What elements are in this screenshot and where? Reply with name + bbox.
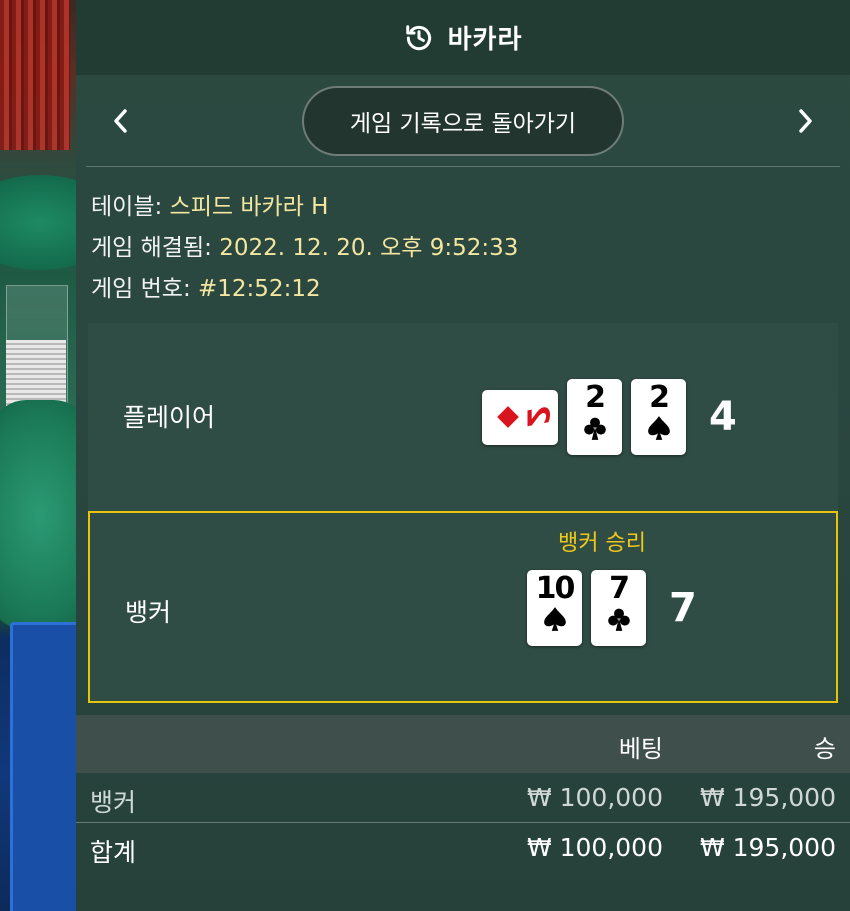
banker-label: 뱅커 bbox=[125, 598, 172, 627]
title-bar: 바카라 bbox=[76, 0, 850, 75]
bets-table: 베팅 승 뱅커 ₩ 100,000 ₩ 195,000 합계 ₩ 100,000… bbox=[76, 715, 850, 873]
banker-win-badge: 뱅커 승리 bbox=[558, 531, 646, 556]
table-info-line: 테이블: 스피드 바카라 H bbox=[91, 187, 835, 228]
banker-hand-row: 뱅커 승리 뱅커 10 7 7 bbox=[88, 511, 838, 703]
bets-table-header: 베팅 승 bbox=[76, 715, 850, 773]
club-suit-icon bbox=[607, 608, 630, 631]
player-label: 플레이어 bbox=[123, 403, 216, 432]
background-felt bbox=[0, 400, 76, 630]
background-curtain bbox=[0, 0, 70, 150]
diamond-suit-icon bbox=[496, 406, 519, 428]
banker-card-2-rank: 7 bbox=[609, 571, 630, 606]
row-label: 뱅커 bbox=[90, 788, 137, 817]
back-to-history-button[interactable]: 게임 기록으로 돌아가기 bbox=[302, 85, 624, 156]
row-win-amount: ₩ 195,000 bbox=[699, 783, 836, 812]
total-label: 합계 bbox=[90, 838, 137, 867]
game-number-value: #12:52:12 bbox=[198, 276, 321, 302]
spade-suit-icon bbox=[543, 607, 566, 631]
total-bet-amount: ₩ 100,000 bbox=[526, 833, 663, 862]
resolved-info-line: 게임 해결됨: 2022. 12. 20. 오후 9:52:33 bbox=[91, 228, 835, 269]
player-card-1-rank: 2 bbox=[519, 407, 554, 427]
table-value: 스피드 바카라 H bbox=[169, 194, 329, 220]
player-card-2-rank: 2 bbox=[585, 380, 606, 415]
player-card-2: 2 bbox=[567, 379, 622, 455]
chevron-left-icon[interactable] bbox=[106, 106, 136, 136]
player-hand-row: 플레이어 2 2 2 4 bbox=[88, 323, 838, 511]
background-table bbox=[0, 175, 76, 270]
banker-card-2: 7 bbox=[591, 570, 646, 646]
round-result: 플레이어 2 2 2 4 뱅커 승리 뱅커 10 7 7 bbox=[88, 323, 838, 703]
banker-cards: 10 7 7 bbox=[527, 570, 697, 646]
banker-score: 7 bbox=[669, 585, 697, 631]
player-card-3-rank: 2 bbox=[649, 380, 670, 415]
game-number-line: 게임 번호: #12:52:12 bbox=[91, 269, 835, 310]
banker-card-1-rank: 10 bbox=[535, 571, 576, 606]
game-number-label: 게임 번호: bbox=[91, 276, 191, 302]
total-row: 합계 ₩ 100,000 ₩ 195,000 bbox=[76, 823, 850, 873]
player-card-3: 2 bbox=[631, 379, 686, 455]
background-blue-box bbox=[10, 622, 76, 911]
history-navigation: 게임 기록으로 돌아가기 bbox=[86, 75, 840, 167]
table-row: 뱅커 ₩ 100,000 ₩ 195,000 bbox=[76, 773, 850, 823]
page-title: 바카라 bbox=[447, 25, 523, 55]
banker-card-1: 10 bbox=[527, 570, 582, 646]
player-score: 4 bbox=[709, 394, 737, 440]
game-history-panel: 바카라 게임 기록으로 돌아가기 테이블: 스피드 바카라 H 게임 해결됨: … bbox=[76, 0, 850, 911]
total-win-amount: ₩ 195,000 bbox=[699, 833, 836, 862]
resolved-value: 2022. 12. 20. 오후 9:52:33 bbox=[219, 235, 519, 261]
player-card-1: 2 bbox=[482, 389, 558, 445]
history-icon bbox=[404, 23, 434, 53]
row-bet-amount: ₩ 100,000 bbox=[526, 783, 663, 812]
resolved-label: 게임 해결됨: bbox=[91, 235, 212, 261]
background-scene bbox=[0, 0, 76, 911]
spade-suit-icon bbox=[647, 416, 670, 440]
club-suit-icon bbox=[583, 417, 606, 440]
win-column-header: 승 bbox=[813, 735, 836, 763]
table-label: 테이블: bbox=[91, 194, 163, 220]
player-cards: 2 2 2 4 bbox=[482, 379, 737, 455]
bet-column-header: 베팅 bbox=[618, 735, 663, 763]
chevron-right-icon[interactable] bbox=[790, 106, 820, 136]
game-info: 테이블: 스피드 바카라 H 게임 해결됨: 2022. 12. 20. 오후 … bbox=[76, 167, 850, 310]
